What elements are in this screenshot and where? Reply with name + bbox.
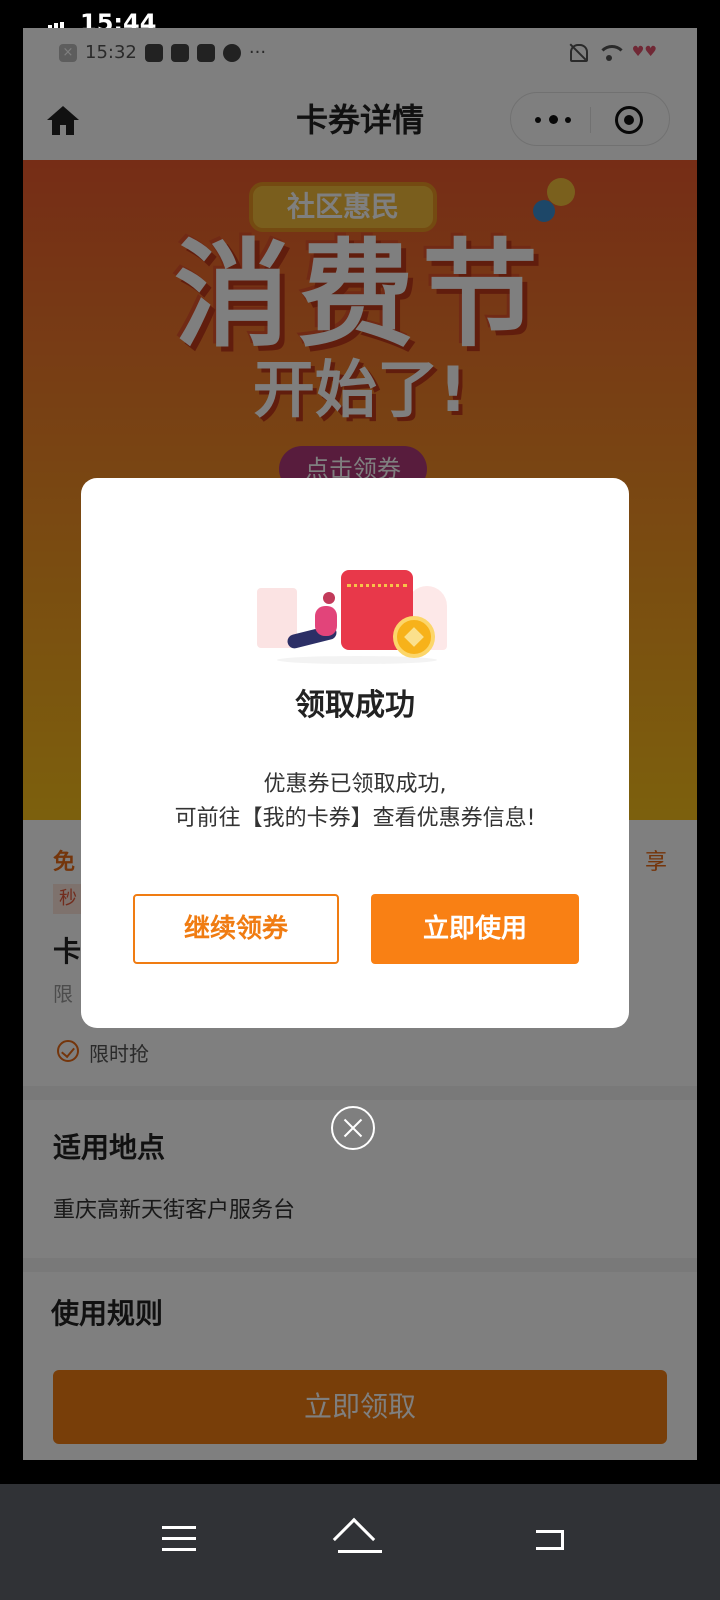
- coin-icon: [393, 616, 435, 658]
- success-dialog: 领取成功 优惠券已领取成功, 可前往【我的卡券】查看优惠券信息! 继续领券 立即…: [81, 478, 629, 1028]
- use-now-button[interactable]: 立即使用: [371, 894, 579, 964]
- system-navigation-bar: [0, 1484, 720, 1600]
- menu-icon[interactable]: [162, 1526, 196, 1552]
- continue-claiming-button[interactable]: 继续领券: [133, 894, 339, 964]
- home-nav-icon[interactable]: [332, 1514, 384, 1562]
- person-illustration: [286, 592, 343, 652]
- close-dialog-icon[interactable]: [331, 1106, 375, 1150]
- dialog-title: 领取成功: [295, 688, 415, 723]
- system-time: 15:44: [80, 9, 157, 28]
- app-frame: × 15:32 ··· ♥♥ 卡券详情 社区惠民: [23, 28, 697, 1460]
- success-illustration: [257, 566, 453, 670]
- dialog-message: 优惠券已领取成功, 可前往【我的卡券】查看优惠券信息!: [81, 768, 629, 836]
- system-status-bar: 15:44: [0, 0, 720, 28]
- dialog-message-line2: 可前往【我的卡券】查看优惠券信息!: [174, 806, 536, 831]
- dialog-message-line1: 优惠券已领取成功,: [263, 772, 447, 797]
- back-icon[interactable]: [532, 1524, 566, 1552]
